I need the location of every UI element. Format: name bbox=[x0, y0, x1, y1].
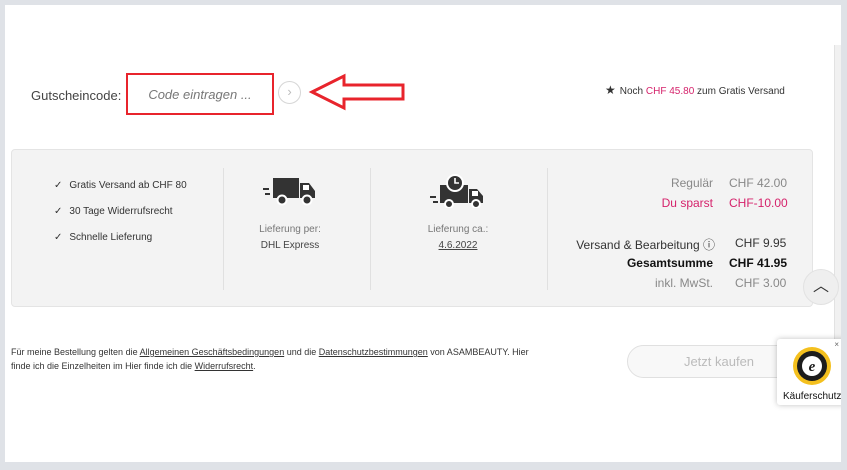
divider bbox=[223, 168, 224, 290]
info-icon[interactable]: ⓘ bbox=[703, 238, 715, 252]
delivery-date-value: 4.6.2022 bbox=[438, 240, 478, 251]
privacy-link[interactable]: Datenschutzbestimmungen bbox=[319, 347, 428, 357]
benefits-list: ✓ Gratis Versand ab CHF 80 ✓ 30 Tage Wider… bbox=[54, 180, 187, 258]
free-shipping-amount: CHF 45.80 bbox=[645, 86, 695, 97]
coupon-submit-button[interactable]: › bbox=[278, 81, 301, 104]
scroll-to-top-button[interactable]: ︿ bbox=[803, 269, 839, 305]
close-icon[interactable]: × bbox=[834, 340, 839, 349]
check-icon: ✓ bbox=[54, 180, 63, 191]
coupon-input[interactable] bbox=[126, 73, 274, 115]
delivery-time-truck-icon bbox=[430, 174, 483, 208]
trusted-shops-seal-icon: e bbox=[793, 347, 831, 385]
carrier-name: DHL Express bbox=[260, 240, 320, 251]
order-summary-panel: ✓ Gratis Versand ab CHF 80 ✓ 30 Tage Wider… bbox=[11, 149, 813, 307]
terms-link[interactable]: Allgemeinen Geschäftsbedingungen bbox=[140, 347, 285, 357]
trusted-shops-badge[interactable]: × e Käuferschutz bbox=[777, 339, 841, 405]
delivery-date: Lieferung ca.: 4.6.2022 bbox=[393, 174, 523, 251]
benefit-item: ✓ Schnelle Lieferung bbox=[54, 232, 153, 243]
delivery-carrier: Lieferung per: DHL Express bbox=[225, 174, 355, 251]
withdrawal-link[interactable]: Widerrufsrecht bbox=[195, 361, 254, 371]
divider bbox=[547, 168, 548, 290]
annotation-arrow-icon bbox=[308, 73, 405, 111]
benefit-item: ✓ Gratis Versand ab CHF 80 bbox=[54, 180, 187, 191]
checkout-page: Gutscheincode: › ★Noch CHF 45.80 zum Gra… bbox=[5, 5, 841, 462]
coupon-label: Gutscheincode: bbox=[31, 88, 122, 103]
check-icon: ✓ bbox=[54, 206, 63, 217]
benefit-item: ✓ 30 Tage Widerrufsrecht bbox=[54, 206, 173, 217]
legal-notice: Für meine Bestellung gelten die Allgemei… bbox=[11, 347, 529, 371]
delivery-truck-icon bbox=[263, 178, 315, 206]
divider bbox=[370, 168, 371, 290]
free-shipping-notice: ★ Noch CHF 45.80 zum Gratis Versand bbox=[605, 83, 785, 97]
svg-text:e: e bbox=[809, 359, 816, 375]
check-icon: ✓ bbox=[54, 232, 63, 243]
star-icon: ★ bbox=[605, 83, 616, 97]
